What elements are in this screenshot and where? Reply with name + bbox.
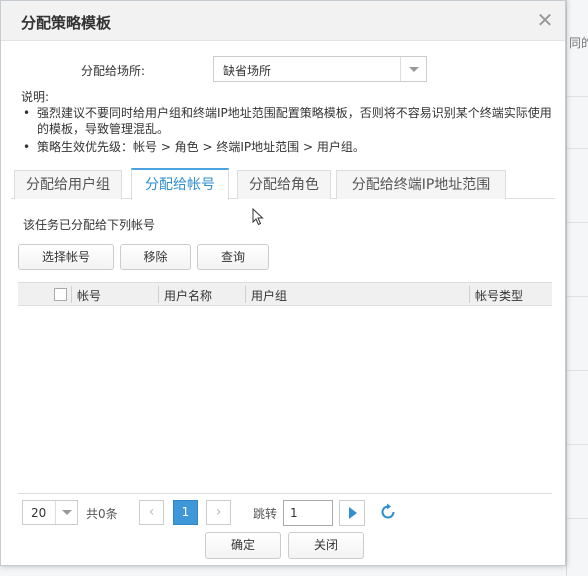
column-divider: [245, 286, 246, 303]
background-page: 同的: [566, 0, 588, 576]
bullet: •: [23, 140, 31, 154]
dialog-header: 分配策略模板 ✕: [1, 1, 565, 41]
page-size-select[interactable]: 20: [22, 500, 78, 525]
assign-tabs: 分配给用户组 分配给帐号 分配给角色 分配给终端IP地址范围: [11, 168, 555, 200]
notes-title: 说明:: [21, 90, 50, 104]
ok-button[interactable]: 确定: [205, 532, 281, 559]
query-button[interactable]: 查询: [197, 244, 269, 270]
pagination-bar: 20 共0条 ‹ 1 › 跳转 1: [18, 493, 552, 529]
chevron-down-icon[interactable]: [55, 501, 77, 524]
bullet: •: [23, 106, 31, 120]
next-page-button[interactable]: ›: [206, 500, 231, 525]
background-divider: [567, 518, 588, 519]
note-text: 强烈建议不要同时给用户组和终端IP地址范围配置策略模板，否则将不容易识别某个终端…: [37, 106, 552, 136]
select-account-button[interactable]: 选择帐号: [18, 244, 114, 270]
note-text: 策略生效优先级：帐号 > 角色 > 终端IP地址范围 > 用户组。: [37, 140, 365, 154]
go-arrow-icon[interactable]: [339, 500, 365, 526]
chevron-down-icon[interactable]: [400, 57, 426, 81]
column-username[interactable]: 用户名称: [164, 287, 212, 304]
assigned-description: 该任务已分配给下列帐号: [23, 218, 156, 232]
current-page-button[interactable]: 1: [173, 500, 198, 525]
prev-page-button[interactable]: ‹: [139, 500, 164, 525]
assign-template-dialog: 分配策略模板 ✕ 分配给场所: 缺省场所 说明: • 强烈建议不要同时给用户组和终…: [0, 0, 566, 566]
tab-ip-ranges[interactable]: 分配给终端IP地址范围: [336, 170, 506, 199]
background-divider: [567, 96, 588, 97]
table-body: [18, 306, 552, 493]
mouse-cursor-icon: [252, 208, 264, 226]
column-divider: [71, 286, 72, 303]
dialog-title: 分配策略模板: [21, 14, 112, 32]
column-user-group[interactable]: 用户组: [251, 287, 287, 304]
column-divider: [158, 286, 159, 303]
jump-page-input[interactable]: 1: [283, 500, 333, 526]
column-divider: [469, 286, 470, 303]
background-divider: [567, 148, 588, 149]
table-header: 帐号 用户名称 用户组 帐号类型: [18, 282, 552, 306]
column-account[interactable]: 帐号: [77, 287, 101, 304]
select-all-checkbox[interactable]: [54, 288, 67, 301]
background-divider: [567, 370, 588, 371]
note-item: • 策略生效优先级：帐号 > 角色 > 终端IP地址范围 > 用户组。: [21, 139, 561, 155]
tab-user-groups[interactable]: 分配给用户组: [14, 170, 122, 199]
background-divider: [567, 296, 588, 297]
refresh-icon[interactable]: [378, 502, 398, 522]
close-button[interactable]: 关闭: [288, 532, 364, 559]
jump-label: 跳转: [253, 507, 278, 521]
page-size-value: 20: [31, 506, 47, 520]
column-account-type[interactable]: 帐号类型: [475, 287, 523, 304]
site-select-value: 缺省场所: [223, 64, 272, 78]
background-divider: [567, 444, 588, 445]
background-divider: [567, 222, 588, 223]
remove-button[interactable]: 移除: [120, 244, 191, 270]
total-count: 共0条: [86, 507, 118, 521]
notes-list: • 强烈建议不要同时给用户组和终端IP地址范围配置策略模板，否则将不容易识别某个终…: [21, 105, 561, 155]
site-select[interactable]: 缺省场所: [213, 56, 427, 82]
tab-accounts[interactable]: 分配给帐号: [131, 168, 229, 200]
close-icon[interactable]: ✕: [535, 10, 555, 30]
tab-roles[interactable]: 分配给角色: [237, 170, 331, 199]
background-page-bottom: [0, 566, 566, 576]
note-item: • 强烈建议不要同时给用户组和终端IP地址范围配置策略模板，否则将不容易识别某个终…: [21, 105, 561, 137]
site-label: 分配给场所:: [81, 64, 146, 78]
background-text: 同的: [569, 36, 588, 50]
